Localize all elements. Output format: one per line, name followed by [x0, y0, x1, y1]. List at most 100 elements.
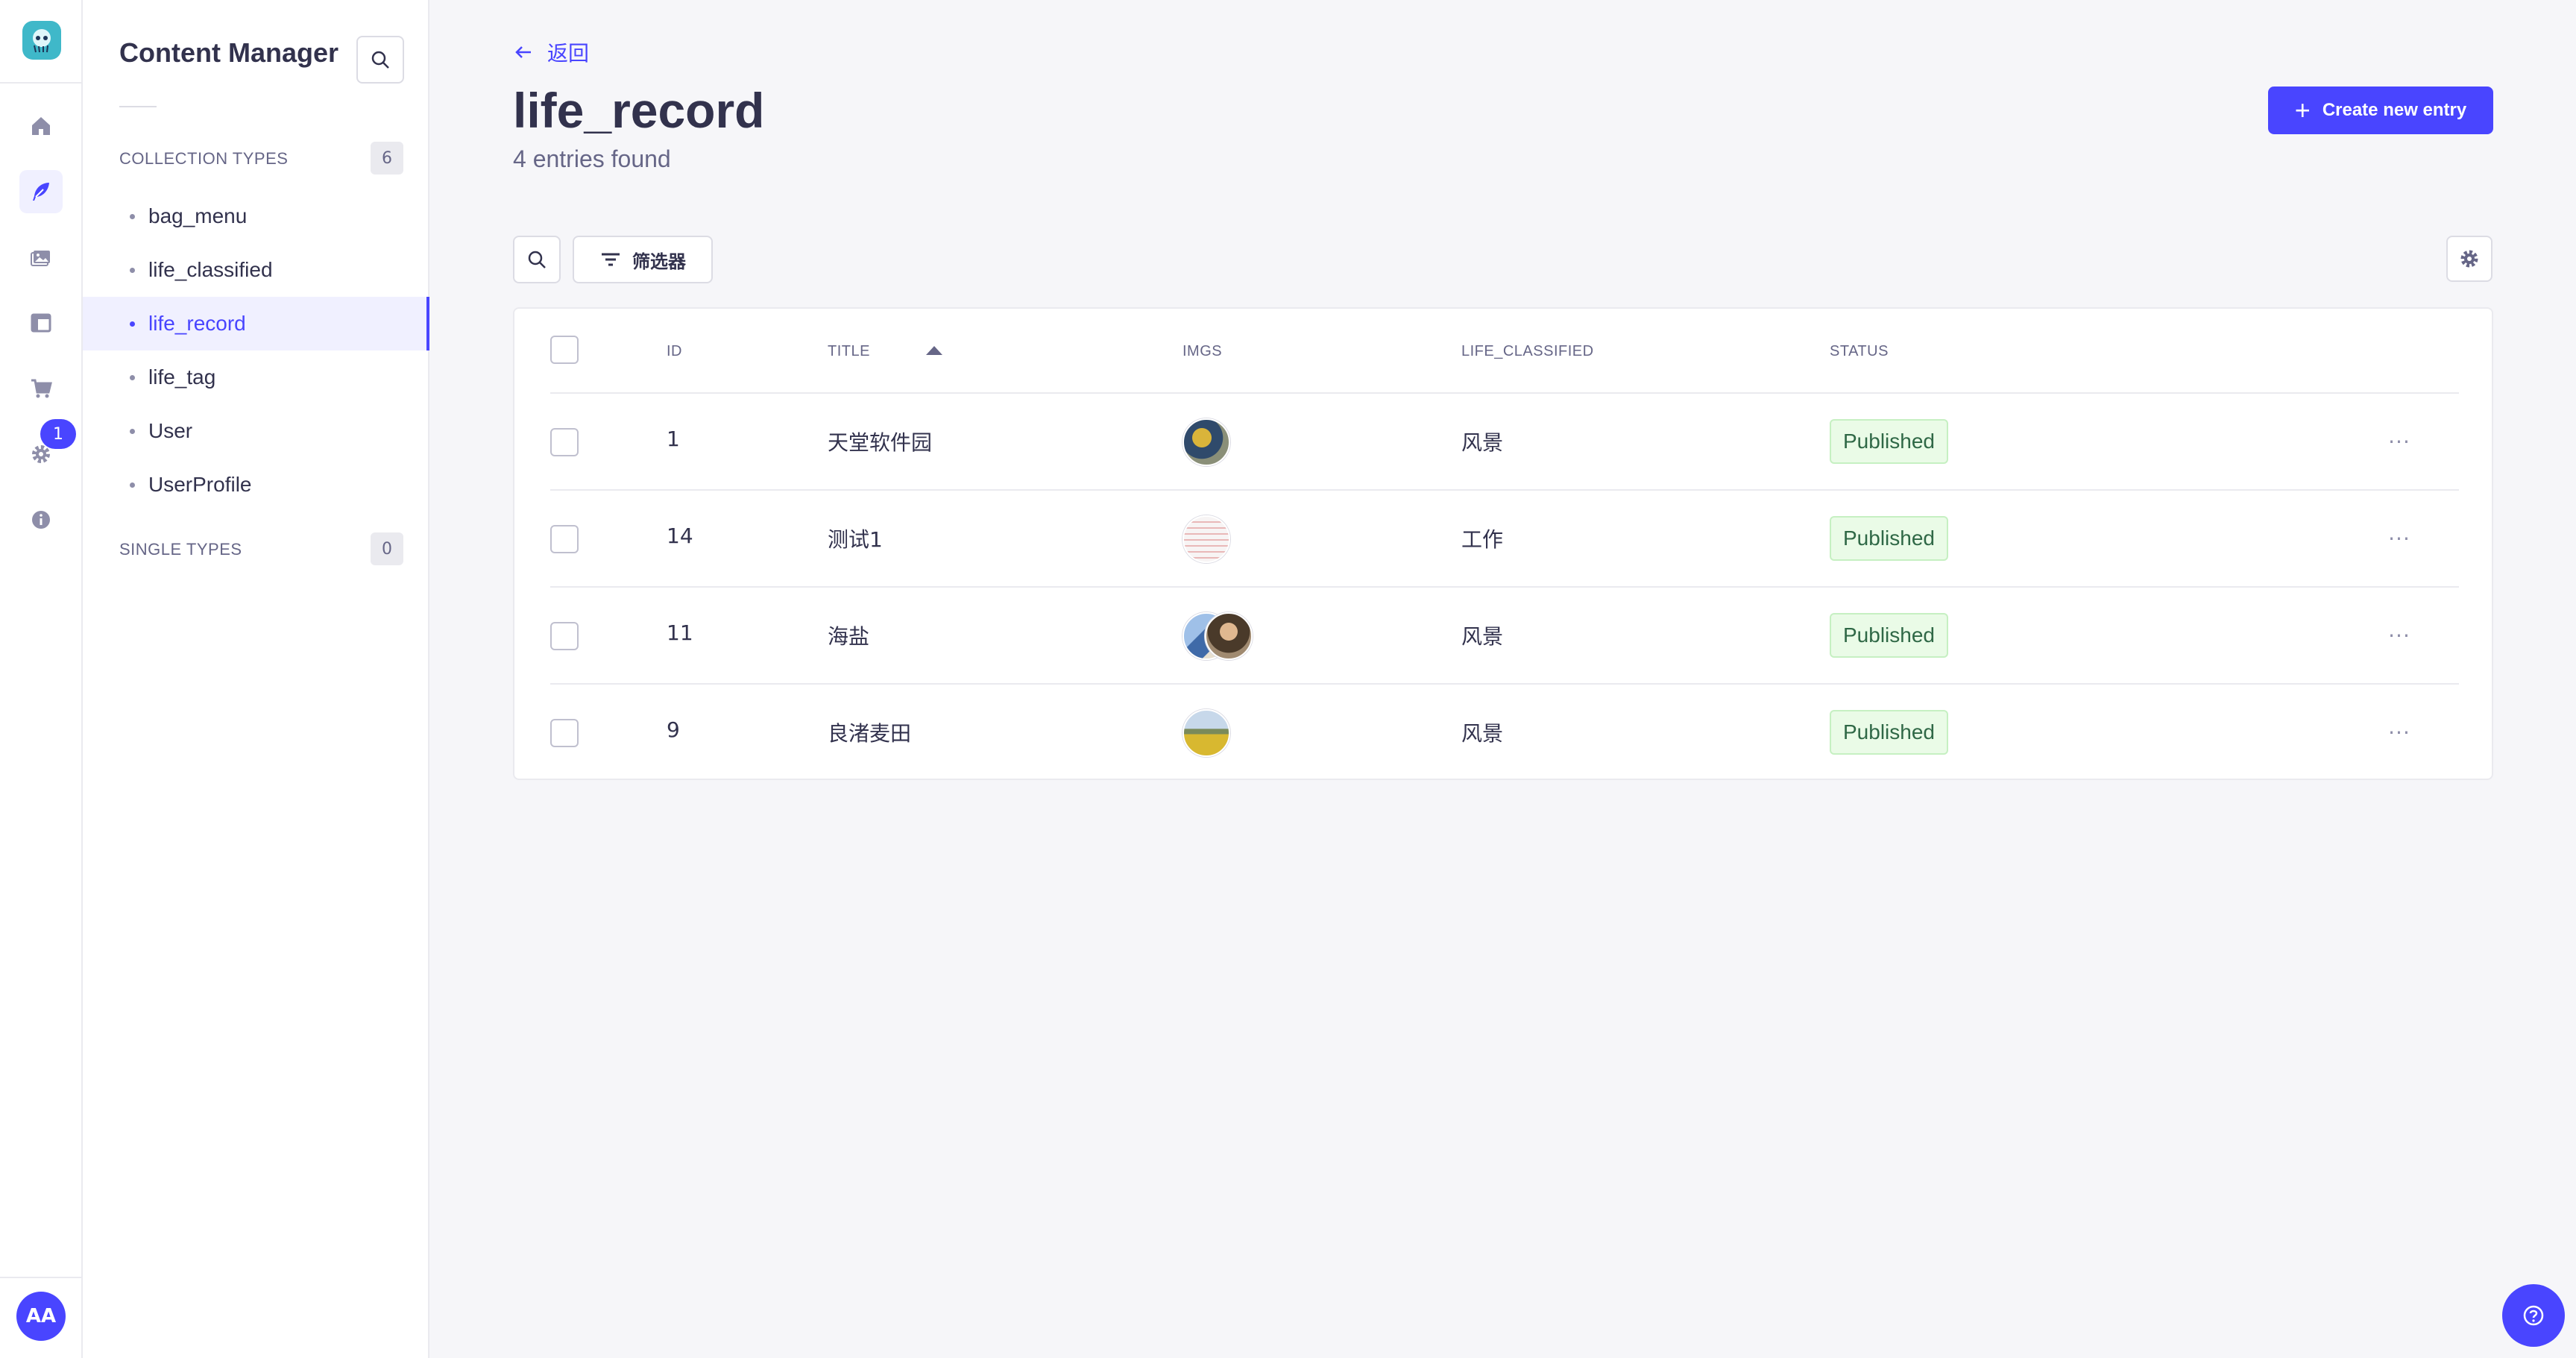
status-badge: Published	[1830, 710, 1948, 755]
subnav-item-label: UserProfile	[148, 473, 252, 496]
content-manager-subnav: Content Manager COLLECTION TYPES 6 bag_m…	[83, 0, 429, 1358]
bullet-dot	[130, 213, 135, 219]
gear-icon	[2460, 250, 2478, 268]
filters-button[interactable]: 筛选器	[573, 236, 713, 283]
back-link-label: 返回	[547, 41, 590, 66]
cell-id: 11	[667, 620, 693, 645]
column-header-imgs: IMGS	[1182, 343, 1223, 359]
create-new-entry-button[interactable]: + Create new entry	[2268, 87, 2493, 134]
row-more-actions-icon[interactable]: ···	[2381, 424, 2417, 459]
table-row[interactable]: 11 海盐 风景 Published ···	[550, 588, 2459, 685]
cell-id: 1	[667, 427, 680, 451]
row-checkbox[interactable]	[550, 525, 579, 553]
subnav-item-bag-menu[interactable]: bag_menu	[83, 189, 429, 243]
rail-divider-bottom	[0, 1277, 83, 1278]
table-row[interactable]: 1 天堂软件园 风景 Published ···	[550, 394, 2459, 491]
cell-imgs	[1182, 515, 1230, 563]
subnav-item-user[interactable]: User	[83, 404, 429, 458]
nav-info[interactable]	[19, 498, 63, 541]
user-avatar[interactable]: AA	[16, 1292, 66, 1341]
bullet-dot	[130, 321, 135, 327]
subnav-item-life-tag[interactable]: life_tag	[83, 350, 429, 404]
select-all-checkbox[interactable]	[550, 336, 579, 364]
subnav-item-label: User	[148, 419, 193, 442]
row-checkbox[interactable]	[550, 622, 579, 650]
subnav-item-life-record[interactable]: life_record	[83, 297, 429, 350]
marketplace-cart-icon	[31, 379, 52, 398]
row-more-actions-icon[interactable]: ···	[2381, 714, 2417, 750]
cell-title: 良渚麦田	[828, 721, 912, 746]
table-header: ID TITLE IMGS LIFE_CLASSIFIED STATUS	[550, 309, 2459, 394]
cell-title: 海盐	[828, 624, 870, 649]
entries-table: ID TITLE IMGS LIFE_CLASSIFIED STATUS 1 天…	[513, 307, 2493, 780]
subnav-item-label: bag_menu	[148, 204, 248, 227]
cell-title: 天堂软件园	[828, 430, 933, 455]
cell-life-classified: 风景	[1461, 624, 1504, 649]
collection-types-count: 6	[371, 142, 403, 175]
home-icon	[32, 117, 50, 135]
nav-content-manager[interactable]	[19, 170, 63, 213]
single-types-label[interactable]: SINGLE TYPES	[119, 540, 242, 559]
nav-home[interactable]	[19, 104, 63, 148]
status-badge: Published	[1830, 516, 1948, 561]
image-thumbnail	[1182, 418, 1230, 466]
cell-imgs	[1182, 612, 1253, 660]
sort-ascending-icon[interactable]	[926, 346, 942, 355]
single-types-count: 0	[371, 532, 403, 565]
main-nav-rail: 1 AA	[0, 0, 83, 1358]
row-checkbox[interactable]	[550, 428, 579, 456]
column-header-id[interactable]: ID	[667, 343, 682, 360]
create-new-entry-label: Create new entry	[2322, 100, 2467, 120]
cell-id: 14	[667, 524, 693, 548]
row-more-actions-icon[interactable]: ···	[2381, 617, 2417, 653]
cell-imgs	[1182, 709, 1230, 757]
subnav-item-life-classified[interactable]: life_classified	[83, 243, 429, 297]
subnav-item-userprofile[interactable]: UserProfile	[83, 458, 429, 512]
status-badge: Published	[1830, 613, 1948, 658]
cell-life-classified: 风景	[1461, 430, 1504, 455]
image-thumbnail	[1205, 612, 1253, 660]
bullet-dot	[130, 482, 135, 488]
column-header-title[interactable]: TITLE	[828, 343, 870, 360]
filter-icon	[602, 253, 620, 266]
media-library-icon	[31, 251, 50, 266]
column-header-life-classified[interactable]: LIFE_CLASSIFIED	[1461, 343, 1594, 360]
search-icon	[528, 251, 546, 268]
table-search-button[interactable]	[513, 236, 561, 283]
question-mark-icon	[2523, 1305, 2544, 1326]
image-thumbnail	[1182, 515, 1230, 563]
filters-button-label: 筛选器	[632, 251, 686, 272]
subnav-search-button[interactable]	[356, 36, 404, 84]
bullet-dot	[130, 374, 135, 380]
nav-media-library[interactable]	[19, 236, 63, 279]
row-checkbox[interactable]	[550, 719, 579, 747]
cell-id: 9	[667, 717, 680, 742]
bullet-dot	[130, 267, 135, 273]
back-link[interactable]: 返回	[513, 37, 589, 67]
image-thumbnail	[1182, 709, 1230, 757]
nav-content-type-builder[interactable]	[19, 301, 63, 345]
table-row[interactable]: 9 良渚麦田 风景 Published ···	[550, 685, 2459, 782]
plus-icon: +	[2294, 95, 2311, 125]
table-row[interactable]: 14 测试1 工作 Published ···	[550, 491, 2459, 588]
cell-title: 测试1	[828, 527, 883, 552]
status-badge: Published	[1830, 419, 1948, 464]
subnav-item-label: life_record	[148, 312, 246, 335]
column-header-status: STATUS	[1830, 343, 1889, 359]
search-icon	[371, 51, 389, 69]
cell-imgs	[1182, 418, 1230, 466]
settings-notification-badge: 1	[40, 419, 76, 449]
cell-life-classified: 风景	[1461, 721, 1504, 746]
page-title: life_record	[513, 83, 765, 138]
subnav-item-label: life_tag	[148, 365, 216, 389]
nav-marketplace[interactable]	[19, 367, 63, 410]
collection-types-label[interactable]: COLLECTION TYPES	[119, 149, 288, 169]
list-view-settings-button[interactable]	[2446, 236, 2492, 282]
row-more-actions-icon[interactable]: ···	[2381, 521, 2417, 556]
subnav-title: Content Manager	[119, 37, 339, 68]
subnav-divider	[119, 106, 157, 107]
content-manager-feather-icon	[33, 183, 49, 201]
arrow-left-icon	[515, 46, 531, 58]
help-button[interactable]	[2502, 1284, 2565, 1347]
strapi-logo-icon[interactable]	[22, 21, 61, 60]
